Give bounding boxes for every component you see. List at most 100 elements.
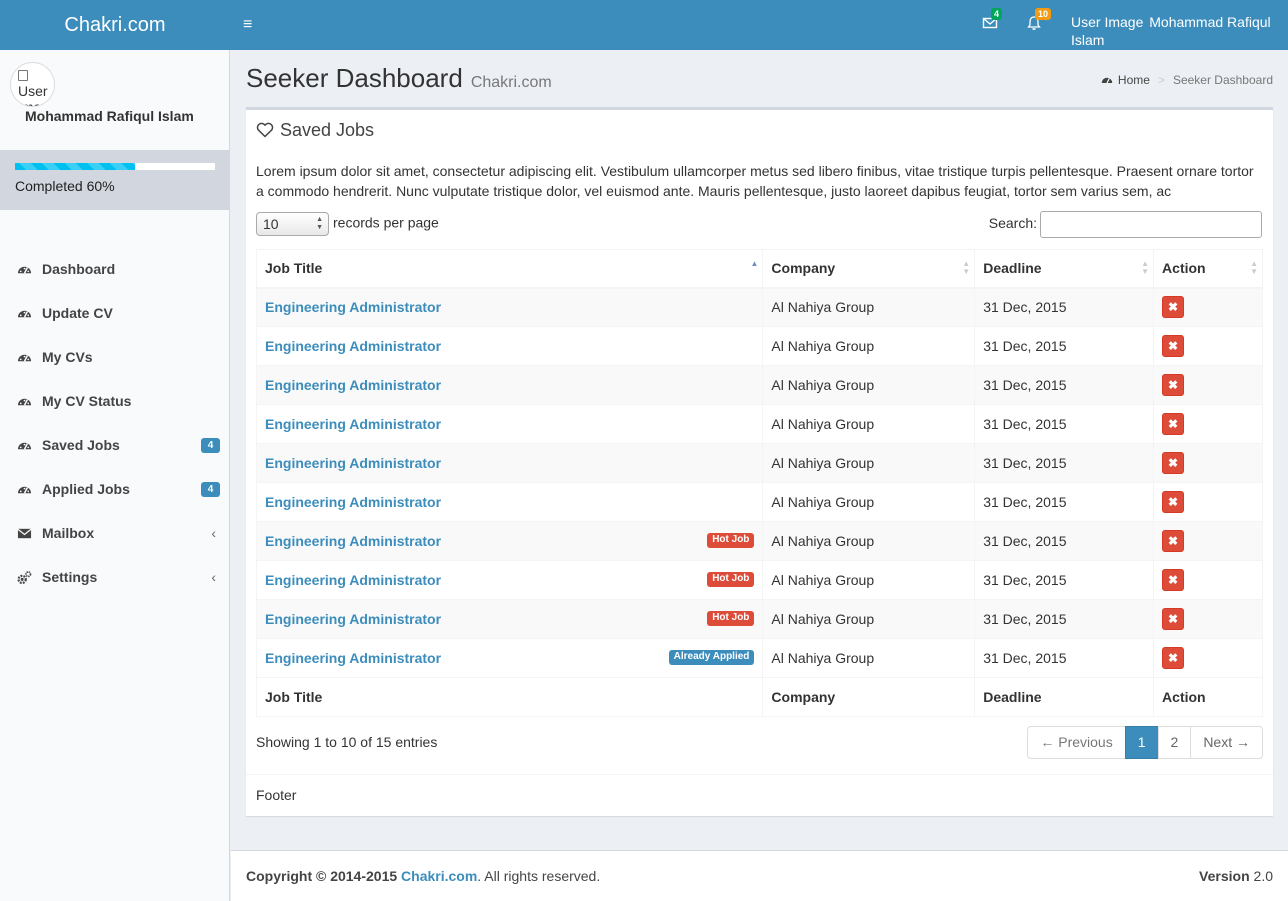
deadline-cell: 31 Dec, 2015 xyxy=(974,326,1155,366)
job-title-link[interactable]: Engineering Administrator xyxy=(265,572,441,588)
breadcrumb-home-label: Home xyxy=(1117,73,1150,87)
remove-button[interactable]: ✖ xyxy=(1162,647,1185,669)
version: Version 2.0 xyxy=(1199,868,1273,884)
dashboard-icon xyxy=(17,350,32,365)
next-page-button[interactable]: Next → xyxy=(1190,726,1263,759)
search-label: Search: xyxy=(988,215,1037,232)
messages-button[interactable]: 4 xyxy=(982,8,1003,35)
table-header-row: Job Title ▲▼ Company ▲▼ Deadline ▲▼ Action ▲… xyxy=(255,249,1263,289)
page-2-button[interactable]: 2 xyxy=(1157,726,1192,759)
deadline-cell: 31 Dec, 2015 xyxy=(974,599,1155,639)
progress-bar xyxy=(15,163,215,170)
job-title-link[interactable]: Engineering Administrator xyxy=(265,650,441,666)
search-input[interactable] xyxy=(1040,211,1262,238)
column-header-job-title[interactable]: Job Title ▲▼ xyxy=(255,249,764,289)
remove-button[interactable]: ✖ xyxy=(1162,452,1185,474)
deadline-cell: 31 Dec, 2015 xyxy=(974,443,1155,483)
chevron-left-icon: ‹ xyxy=(211,525,216,541)
breadcrumb-home[interactable]: Home xyxy=(1101,73,1150,87)
box-description: Lorem ipsum dolor sit amet, consectetur … xyxy=(256,163,1254,199)
dashboard-icon xyxy=(17,262,32,277)
remove-button[interactable]: ✖ xyxy=(1162,374,1185,396)
job-title-link[interactable]: Engineering Administrator xyxy=(265,416,441,432)
table-row: Engineering Administrator Al Nahiya Group… xyxy=(255,287,1263,327)
sidebar-item-dashboard[interactable]: Dashboard xyxy=(0,247,230,291)
sidebar-item-my-cv-status[interactable]: My CV Status xyxy=(0,379,230,423)
table-row: Engineering Administrator Al Nahiya Group… xyxy=(255,365,1263,405)
page-title-text: Seeker Dashboard xyxy=(246,63,463,93)
profile-progress: Completed 60% xyxy=(0,150,230,210)
close-icon: ✖ xyxy=(1168,534,1179,548)
top-navbar: Chakri.com ≡ 4 10 User Image Mohammad Ra… xyxy=(0,0,1288,50)
column-header-company[interactable]: Company ▲ ▼ xyxy=(762,249,976,289)
notifications-button[interactable]: 10 xyxy=(1026,8,1052,35)
records-per-page-select[interactable]: 10 ▲ ▼ xyxy=(256,212,329,236)
column-header-action[interactable]: Action ▲ ▼ xyxy=(1153,249,1263,289)
column-header-label: Job Title xyxy=(265,260,323,277)
bars-icon: ≡ xyxy=(243,16,253,33)
user-menu[interactable]: User Image Mohammad Rafiqul Islam xyxy=(1071,13,1286,49)
dashboard-icon xyxy=(17,394,32,409)
job-title-link[interactable]: Engineering Administrator xyxy=(265,611,441,627)
sidebar-item-settings[interactable]: Settings ‹ xyxy=(0,555,230,599)
job-title-link[interactable]: Engineering Administrator xyxy=(265,299,441,315)
already-applied-badge: Already Applied xyxy=(668,650,755,665)
remove-button[interactable]: ✖ xyxy=(1162,296,1185,319)
footer-brand-link[interactable]: Chakri.com xyxy=(401,868,477,884)
column-header-deadline[interactable]: Deadline ▲ ▼ xyxy=(974,249,1155,289)
job-title-link[interactable]: Engineering Administrator xyxy=(265,533,441,549)
remove-button[interactable]: ✖ xyxy=(1162,530,1185,552)
remove-button[interactable]: ✖ xyxy=(1162,608,1185,630)
footer-action: Action xyxy=(1153,677,1263,717)
sidebar-item-label: My CV Status xyxy=(42,393,132,409)
sidebar-item-label: Mailbox xyxy=(42,525,95,541)
table-row: Engineering Administrator Already Applied… xyxy=(255,638,1263,678)
remove-button[interactable]: ✖ xyxy=(1162,413,1185,435)
dashboard-icon xyxy=(17,438,32,453)
sidebar-item-saved-jobs[interactable]: Saved Jobs 4 xyxy=(0,423,230,467)
breadcrumb-current: Seeker Dashboard xyxy=(1172,73,1273,87)
company-cell: Al Nahiya Group xyxy=(762,560,976,600)
version-number: 2.0 xyxy=(1253,868,1273,884)
sidebar-item-my-cvs[interactable]: My CVs xyxy=(0,335,230,379)
copyright-prefix: Copyright © 2014-2015 xyxy=(246,868,398,884)
deadline-cell: 31 Dec, 2015 xyxy=(974,560,1155,600)
job-title-link[interactable]: Engineering Administrator xyxy=(265,338,441,354)
logo[interactable]: Chakri.com xyxy=(0,0,230,50)
sidebar-item-update-cv[interactable]: Update CV xyxy=(0,291,230,335)
close-icon: ✖ xyxy=(1168,417,1179,431)
job-title-link[interactable]: Engineering Administrator xyxy=(265,494,441,510)
broken-image-icon xyxy=(18,70,28,81)
stepper-arrows-icon: ▲ ▼ xyxy=(316,216,323,231)
remove-button[interactable]: ✖ xyxy=(1162,491,1185,513)
sidebar-toggle-button[interactable]: ≡ xyxy=(243,14,259,36)
page-1-button[interactable]: 1 xyxy=(1124,726,1159,759)
remove-button[interactable]: ✖ xyxy=(1162,335,1185,357)
envelope-icon xyxy=(17,526,32,541)
hot-job-badge: Hot Job xyxy=(707,533,755,548)
table-row: Engineering Administrator Hot Job Al Nahiy… xyxy=(255,599,1263,639)
company-cell: Al Nahiya Group xyxy=(762,287,976,327)
company-cell: Al Nahiya Group xyxy=(762,599,976,639)
sidebar-item-applied-jobs[interactable]: Applied Jobs 4 xyxy=(0,467,230,511)
previous-page-button[interactable]: ← Previous xyxy=(1027,726,1126,759)
page-subtitle: Chakri.com xyxy=(470,74,552,91)
sidebar-item-mailbox[interactable]: Mailbox ‹ xyxy=(0,511,230,555)
avatar: User Image xyxy=(10,62,55,107)
hot-job-badge: Hot Job xyxy=(707,572,755,587)
column-header-label: Deadline xyxy=(983,260,1042,277)
close-icon: ✖ xyxy=(1168,573,1179,587)
footer-deadline: Deadline xyxy=(974,677,1155,717)
job-title-link[interactable]: Engineering Administrator xyxy=(265,455,441,471)
dashboard-icon xyxy=(17,306,32,321)
close-icon: ✖ xyxy=(1168,339,1179,353)
table-row: Engineering Administrator Al Nahiya Group… xyxy=(255,404,1263,444)
deadline-cell: 31 Dec, 2015 xyxy=(974,482,1155,522)
table-row: Engineering Administrator Hot Job Al Nahiy… xyxy=(255,521,1263,561)
dashboard-icon xyxy=(17,482,32,497)
table-row: Engineering Administrator Hot Job Al Nahiy… xyxy=(255,560,1263,600)
company-cell: Al Nahiya Group xyxy=(762,521,976,561)
remove-button[interactable]: ✖ xyxy=(1162,569,1185,591)
job-title-link[interactable]: Engineering Administrator xyxy=(265,377,441,393)
sidebar-menu: Dashboard Update CV My CVs My CV Status … xyxy=(0,247,230,599)
